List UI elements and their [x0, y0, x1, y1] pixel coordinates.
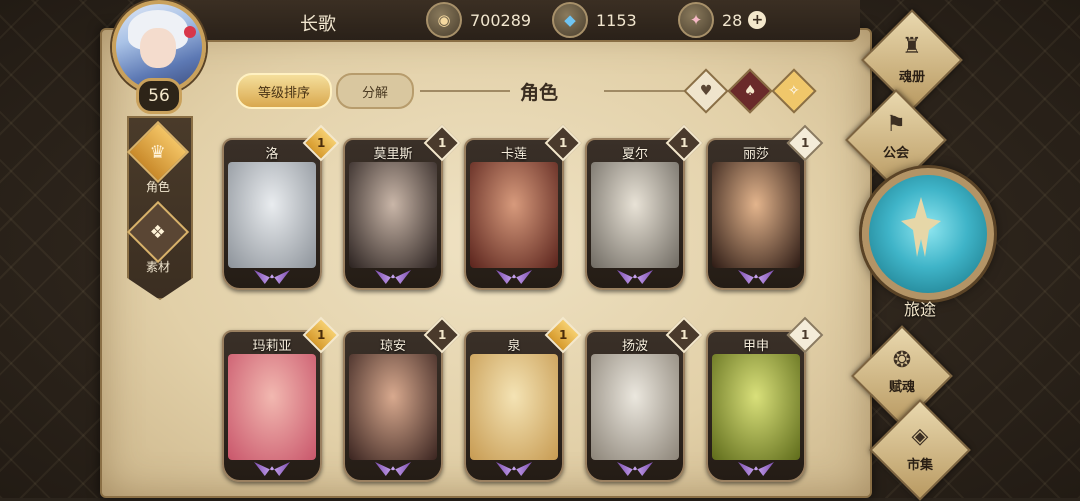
rank-crest-icon — [375, 462, 411, 476]
character-card[interactable]: 夏尔 — [585, 138, 685, 290]
guild-icon: ⚑ — [886, 112, 906, 137]
character-card[interactable]: 甲申 — [706, 330, 806, 482]
rank-crest-icon — [496, 270, 532, 284]
blue-crystal-icon: ◆ — [552, 2, 588, 38]
player-avatar[interactable]: 56 — [98, 0, 216, 114]
journey-emblem-icon — [901, 197, 941, 257]
tab-characters[interactable]: ♛ 角色 — [126, 120, 190, 195]
crystal-resource[interactable]: ◆ 1153 — [552, 2, 637, 38]
player-name: 长歌 — [300, 14, 336, 35]
market-gem-icon: ◈ — [911, 424, 929, 449]
rank-crest-icon — [738, 270, 774, 284]
decompose-button[interactable]: 分解 — [336, 73, 414, 109]
character-portrait — [349, 162, 437, 268]
title-ornament-right — [604, 90, 694, 92]
rank-crest-icon — [254, 462, 290, 476]
pink-crystal-value: 28 — [722, 10, 743, 30]
character-card[interactable]: 扬波 — [585, 330, 685, 482]
album-icon: ♜ — [902, 34, 922, 59]
character-tab-icon: ♛ — [126, 120, 190, 184]
title-ornament-left — [420, 90, 510, 92]
pink-crystal-icon: ✦ — [678, 2, 714, 38]
character-portrait — [349, 354, 437, 460]
character-card[interactable]: 琼安 — [343, 330, 443, 482]
character-card[interactable]: 莫里斯 — [343, 138, 443, 290]
character-portrait — [712, 354, 800, 460]
gold-resource[interactable]: ◉ 700289 — [426, 2, 532, 38]
journey-button[interactable] — [862, 168, 994, 300]
player-level-badge: 56 — [136, 78, 182, 114]
soul-flame-icon: ❂ — [892, 348, 912, 373]
character-portrait — [591, 354, 679, 460]
character-card[interactable]: 玛莉亚 — [222, 330, 322, 482]
page-title: 角色 — [520, 82, 559, 104]
rank-crest-icon — [617, 462, 653, 476]
soul-bind-label: 赋魂 — [888, 380, 915, 395]
rank-crest-icon — [738, 462, 774, 476]
character-card[interactable]: 丽莎 — [706, 138, 806, 290]
character-card[interactable]: 洛 — [222, 138, 322, 290]
character-card[interactable]: 卡莲 — [464, 138, 564, 290]
gold-value: 700289 — [470, 10, 532, 30]
character-portrait — [591, 162, 679, 268]
rank-crest-icon — [375, 270, 411, 284]
character-portrait — [712, 162, 800, 268]
character-card[interactable]: 泉 — [464, 330, 564, 482]
character-portrait — [470, 354, 558, 460]
crystal-value: 1153 — [596, 10, 637, 30]
rank-crest-icon — [617, 270, 653, 284]
journey-label: 旅途 — [903, 300, 936, 319]
character-portrait — [470, 162, 558, 268]
tab-materials[interactable]: ❖ 素材 — [126, 200, 190, 275]
character-portrait — [228, 354, 316, 460]
character-portrait — [228, 162, 316, 268]
album-label: 魂册 — [898, 70, 925, 85]
guild-label: 公会 — [882, 146, 909, 161]
rank-crest-icon — [254, 270, 290, 284]
rank-crest-icon — [496, 462, 532, 476]
add-currency-button[interactable]: + — [748, 11, 767, 29]
material-tab-icon: ❖ — [126, 200, 190, 264]
pink-crystal-resource[interactable]: ✦ 28 + — [678, 2, 767, 38]
sort-by-level-button[interactable]: 等级排序 — [236, 73, 332, 109]
market-label: 市集 — [906, 458, 933, 473]
gold-coin-icon: ◉ — [426, 2, 462, 38]
